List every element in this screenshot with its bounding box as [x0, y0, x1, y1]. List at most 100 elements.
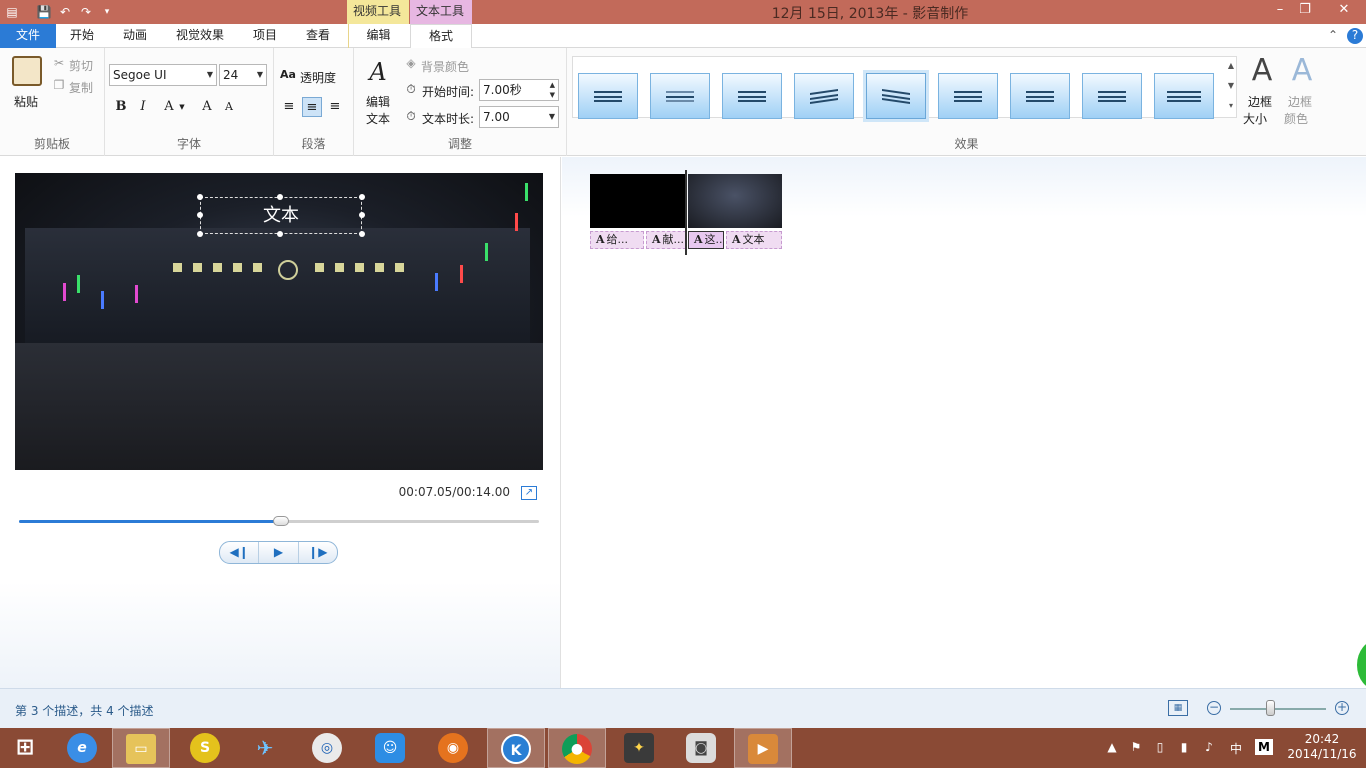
previous-frame-button[interactable]: ◀❙ [220, 542, 260, 563]
copy-button[interactable]: 复制 [69, 79, 93, 96]
taskbar-ie[interactable]: e [53, 728, 111, 768]
seek-bar[interactable] [19, 516, 539, 526]
zoom-out-icon[interactable]: − [1207, 701, 1221, 715]
tab-animation[interactable]: 动画 [114, 24, 156, 48]
align-left-icon[interactable]: ≡ [279, 97, 299, 117]
effect-item[interactable] [650, 73, 710, 119]
qat-customize-icon[interactable]: ▾ [98, 3, 116, 21]
clip-thumbnail[interactable] [688, 174, 782, 228]
outline-color-icon[interactable]: A [1285, 56, 1319, 86]
resize-handle[interactable] [359, 231, 365, 237]
video-preview[interactable]: 文本 [15, 173, 543, 470]
close-button[interactable]: ✕ [1331, 0, 1357, 22]
tab-view[interactable]: 查看 [297, 24, 339, 48]
taskbar-app-10[interactable]: ✦ [610, 728, 668, 768]
effect-item[interactable] [938, 73, 998, 119]
gallery-scroll-icon[interactable]: ▲ ▼ ▾ [1225, 56, 1237, 118]
undo-icon[interactable]: ↶ [56, 3, 74, 21]
shrink-font-button[interactable]: A [219, 97, 239, 117]
caption-item[interactable]: A 给... [590, 231, 644, 249]
align-center-icon[interactable]: ≡ [302, 97, 322, 117]
effect-item[interactable] [578, 73, 638, 119]
bold-button[interactable]: B [111, 97, 131, 117]
taskbar-movie-maker[interactable]: ▶ [734, 728, 792, 768]
spinner-icon[interactable]: ▲ ▼ [550, 80, 555, 100]
ime-indicator[interactable]: 中 [1228, 740, 1244, 757]
taskbar-explorer[interactable]: ▭ [112, 728, 170, 768]
zoom-in-icon[interactable]: + [1335, 701, 1349, 715]
effect-item[interactable] [794, 73, 854, 119]
resize-handle[interactable] [197, 212, 203, 218]
font-color-button[interactable]: A [159, 97, 179, 117]
tab-edit[interactable]: 编辑 [348, 24, 408, 48]
resize-handle[interactable] [359, 194, 365, 200]
floating-widget[interactable] [1357, 640, 1366, 690]
edit-text-icon[interactable]: A [364, 60, 392, 84]
outline-color-button-line1[interactable]: 边框 [1288, 93, 1312, 110]
taskbar-chrome[interactable]: ● [548, 728, 606, 768]
grow-font-button[interactable]: A [197, 97, 217, 117]
tray-expand-icon[interactable]: ▲ [1106, 740, 1118, 754]
paste-icon[interactable] [12, 56, 42, 86]
taskbar-firefox[interactable]: ◉ [424, 728, 482, 768]
redo-icon[interactable]: ↷ [77, 3, 95, 21]
edit-text-button-line1[interactable]: 编辑 [366, 93, 390, 110]
minimize-button[interactable]: – [1267, 0, 1293, 22]
font-size-select[interactable]: 24 ▼ [219, 64, 267, 86]
effect-item[interactable] [1010, 73, 1070, 119]
caption-item[interactable]: A 献... [646, 231, 686, 249]
transparency-button[interactable]: 透明度 [300, 69, 336, 86]
effect-item-selected[interactable] [866, 73, 926, 119]
collapse-ribbon-icon[interactable]: ⌃ [1325, 28, 1341, 44]
cut-button[interactable]: 剪切 [69, 57, 93, 74]
zoom-thumb[interactable] [1266, 700, 1275, 716]
flag-icon[interactable]: ⚑ [1128, 740, 1144, 754]
taskbar-app-3[interactable]: S [176, 728, 234, 768]
italic-button[interactable]: I [133, 97, 153, 117]
resize-handle[interactable] [197, 231, 203, 237]
play-button[interactable]: ▶ [259, 542, 299, 563]
tab-format[interactable]: 格式 [410, 24, 472, 49]
help-icon[interactable]: ? [1347, 28, 1363, 44]
start-time-input[interactable]: 7.00秒 ▲ ▼ [479, 79, 559, 101]
resize-handle[interactable] [277, 231, 283, 237]
tab-project[interactable]: 项目 [244, 24, 286, 48]
network-icon[interactable]: ▮ [1176, 740, 1192, 754]
paste-button[interactable]: 粘贴 [14, 93, 38, 110]
edit-text-button-line2[interactable]: 文本 [366, 110, 390, 127]
outline-size-button-line1[interactable]: 边框 [1248, 93, 1272, 110]
taskbar-app-8[interactable]: K [487, 728, 545, 768]
app-menu-icon[interactable]: ▤ [3, 3, 21, 21]
resize-handle[interactable] [277, 194, 283, 200]
seek-thumb[interactable] [272, 516, 289, 526]
ime-mode-icon[interactable]: M [1255, 739, 1273, 755]
outline-size-icon[interactable]: A [1245, 56, 1279, 86]
zoom-slider[interactable] [1230, 708, 1326, 710]
taskbar-app-5[interactable]: ◎ [298, 728, 356, 768]
maximize-button[interactable]: ❐ [1292, 0, 1318, 22]
volume-icon[interactable]: ♪ [1201, 740, 1217, 754]
outline-color-button-line2[interactable]: 颜色 [1284, 110, 1308, 127]
taskbar-clock[interactable]: 20:42 2014/11/16 [1286, 732, 1358, 762]
start-button[interactable]: ⊞ [0, 728, 50, 768]
save-icon[interactable]: 💾 [35, 3, 53, 21]
tab-home[interactable]: 开始 [62, 24, 102, 48]
outline-size-button-line2[interactable]: 大小 [1243, 110, 1267, 127]
text-duration-select[interactable]: 7.00 ▼ [479, 106, 559, 128]
caption-item[interactable]: A 文本 [726, 231, 782, 249]
taskbar-app-4[interactable]: ✈ [236, 728, 294, 768]
fullscreen-icon[interactable]: ↗ [521, 486, 537, 500]
effect-item[interactable] [722, 73, 782, 119]
next-frame-button[interactable]: ❙▶ [299, 542, 337, 563]
align-right-icon[interactable]: ≡ [325, 97, 345, 117]
tab-file[interactable]: 文件 [0, 24, 56, 48]
font-family-select[interactable]: Segoe UI ▼ [109, 64, 217, 86]
resize-handle[interactable] [359, 212, 365, 218]
clip-thumbnail[interactable] [590, 174, 687, 228]
resize-handle[interactable] [197, 194, 203, 200]
taskbar-app-11[interactable]: ◙ [672, 728, 730, 768]
preview-text-overlay[interactable]: 文本 [200, 197, 362, 234]
chevron-down-icon[interactable]: ▼ [177, 97, 187, 117]
taskbar-app-6[interactable]: ☺ [361, 728, 419, 768]
storyboard-view-icon[interactable]: ▦ [1168, 700, 1188, 716]
